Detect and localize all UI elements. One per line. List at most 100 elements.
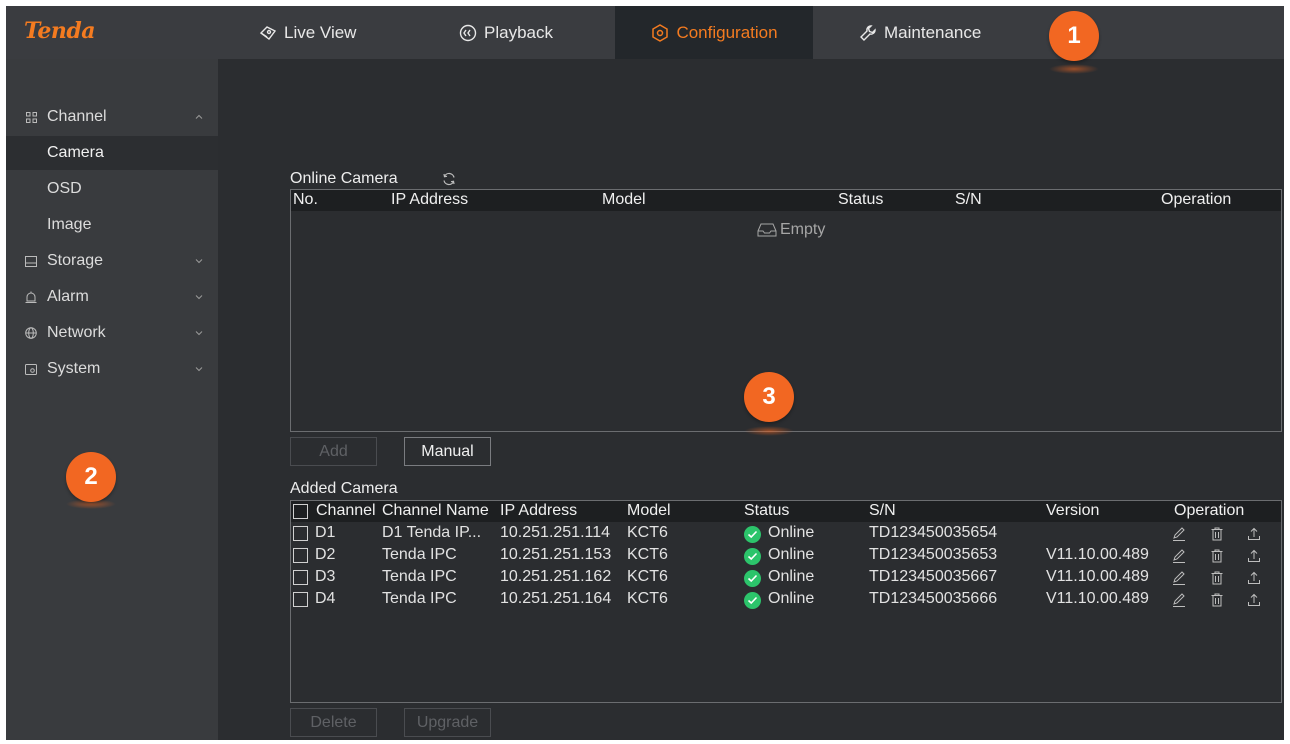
badge-shadow: [1049, 64, 1099, 74]
chevron-down-icon: [195, 331, 203, 336]
row-checkbox[interactable]: [293, 570, 308, 585]
column-header: Version: [1046, 502, 1100, 519]
cell-ip-address: 10.251.251.162: [500, 568, 612, 585]
row-checkbox[interactable]: [293, 548, 308, 563]
upload-icon[interactable]: [1246, 548, 1262, 564]
sidebar-item-camera[interactable]: Camera: [6, 136, 218, 170]
annotation-badge-2: 2: [66, 452, 116, 502]
tab-maintenance-label: Maintenance: [884, 22, 982, 42]
column-header: Status: [838, 191, 884, 208]
delete-icon[interactable]: [1209, 592, 1225, 608]
cell-channel: D2: [315, 546, 336, 563]
system-icon: [24, 362, 38, 376]
inbox-icon: [757, 223, 777, 237]
column-header: Model: [627, 502, 671, 519]
cell-ip-address: 10.251.251.114: [500, 524, 611, 541]
tab-configuration[interactable]: Configuration: [615, 6, 813, 59]
table-row[interactable]: D4 Tenda IPC 10.251.251.164 KCT6 Online …: [291, 589, 1281, 611]
edit-icon[interactable]: [1171, 592, 1187, 608]
column-header: Channel Name: [382, 502, 489, 519]
edit-icon[interactable]: [1171, 548, 1187, 564]
cell-sn: TD123450035666: [869, 590, 998, 607]
column-header: Channel: [316, 502, 376, 519]
cell-version: V11.10.00.489: [1046, 590, 1149, 607]
cell-channel-name: Tenda IPC: [382, 546, 457, 563]
sidebar-item-network[interactable]: Network: [6, 316, 218, 350]
sidebar-item-image[interactable]: Image: [6, 208, 218, 242]
sidebar-item-label: Network: [47, 324, 106, 341]
cell-ip-address: 10.251.251.153: [500, 546, 612, 563]
delete-icon[interactable]: [1209, 570, 1225, 586]
upload-icon[interactable]: [1246, 570, 1262, 586]
sidebar: Channel Camera OSD Image Storage Alarm N…: [6, 59, 218, 740]
sidebar-item-system[interactable]: System: [6, 352, 218, 386]
sidebar-item-osd[interactable]: OSD: [6, 172, 218, 206]
chevron-up-icon: [195, 114, 203, 119]
delete-button[interactable]: Delete: [290, 708, 377, 737]
cell-status: Online: [768, 568, 815, 585]
manual-button[interactable]: Manual: [404, 437, 491, 466]
empty-state: Empty: [757, 221, 825, 239]
column-header: Operation: [1174, 502, 1245, 519]
tab-maintenance[interactable]: Maintenance: [858, 6, 981, 59]
annotation-badge-3: 3: [744, 372, 794, 422]
column-header: IP Address: [500, 502, 578, 519]
globe-icon: [24, 326, 38, 340]
upload-icon[interactable]: [1246, 526, 1262, 542]
delete-icon[interactable]: [1209, 548, 1225, 564]
sidebar-item-label: Channel: [47, 108, 107, 125]
online-status-icon: [744, 592, 761, 609]
sidebar-item-label: Camera: [47, 144, 104, 161]
select-all-checkbox[interactable]: [293, 504, 308, 519]
sidebar-item-label: Alarm: [47, 288, 89, 305]
tab-live-view[interactable]: Live View: [258, 6, 356, 59]
table-row[interactable]: D3 Tenda IPC 10.251.251.162 KCT6 Online …: [291, 567, 1281, 589]
tab-live-view-label: Live View: [284, 22, 357, 42]
edit-icon[interactable]: [1171, 526, 1187, 542]
cell-sn: TD123450035654: [869, 524, 998, 541]
sidebar-item-label: System: [47, 360, 101, 377]
cell-channel: D1: [315, 524, 336, 541]
alarm-icon: [24, 290, 38, 304]
cell-model: KCT6: [627, 590, 668, 607]
empty-text: Empty: [780, 221, 826, 238]
row-checkbox[interactable]: [293, 592, 308, 607]
app-window: Tenda Live View Playback Configuration M…: [6, 6, 1284, 740]
upgrade-button[interactable]: Upgrade: [404, 708, 491, 737]
sidebar-item-channel[interactable]: Channel: [6, 100, 218, 134]
cell-channel-name: D1 Tenda IP...: [382, 524, 482, 541]
tab-playback[interactable]: Playback: [458, 6, 553, 59]
cell-channel-name: Tenda IPC: [382, 568, 457, 585]
row-checkbox[interactable]: [293, 526, 308, 541]
table-header: Channel Channel Name IP Address Model St…: [291, 501, 1281, 522]
sidebar-item-label: Image: [47, 216, 92, 233]
chevron-down-icon: [195, 259, 203, 264]
table-row[interactable]: D1 D1 Tenda IP... 10.251.251.114 KCT6 On…: [291, 523, 1281, 545]
live-view-icon: [259, 25, 277, 40]
cell-status: Online: [768, 590, 815, 607]
sidebar-item-alarm[interactable]: Alarm: [6, 280, 218, 314]
online-status-icon: [744, 570, 761, 587]
cell-status: Online: [768, 524, 815, 541]
cell-model: KCT6: [627, 546, 668, 563]
sidebar-item-storage[interactable]: Storage: [6, 244, 218, 278]
add-button[interactable]: Add: [290, 437, 377, 466]
cell-version: V11.10.00.489: [1046, 546, 1149, 563]
table-header: No. IP Address Model Status S/N Operatio…: [291, 190, 1281, 211]
delete-icon[interactable]: [1209, 526, 1225, 542]
cell-channel: D4: [315, 590, 336, 607]
upload-icon[interactable]: [1246, 592, 1262, 608]
cell-channel: D3: [315, 568, 336, 585]
cell-status: Online: [768, 546, 815, 563]
refresh-icon[interactable]: [442, 172, 456, 186]
edit-icon[interactable]: [1171, 570, 1187, 586]
grid-icon: [24, 110, 38, 124]
added-camera-table: Channel Channel Name IP Address Model St…: [290, 500, 1282, 703]
playback-icon: [459, 24, 477, 41]
table-row[interactable]: D2 Tenda IPC 10.251.251.153 KCT6 Online …: [291, 545, 1281, 567]
cell-model: KCT6: [627, 568, 668, 585]
column-header: IP Address: [391, 191, 469, 208]
column-header: No.: [293, 191, 318, 208]
cell-ip-address: 10.251.251.164: [500, 590, 612, 607]
column-header: Status: [744, 502, 790, 519]
